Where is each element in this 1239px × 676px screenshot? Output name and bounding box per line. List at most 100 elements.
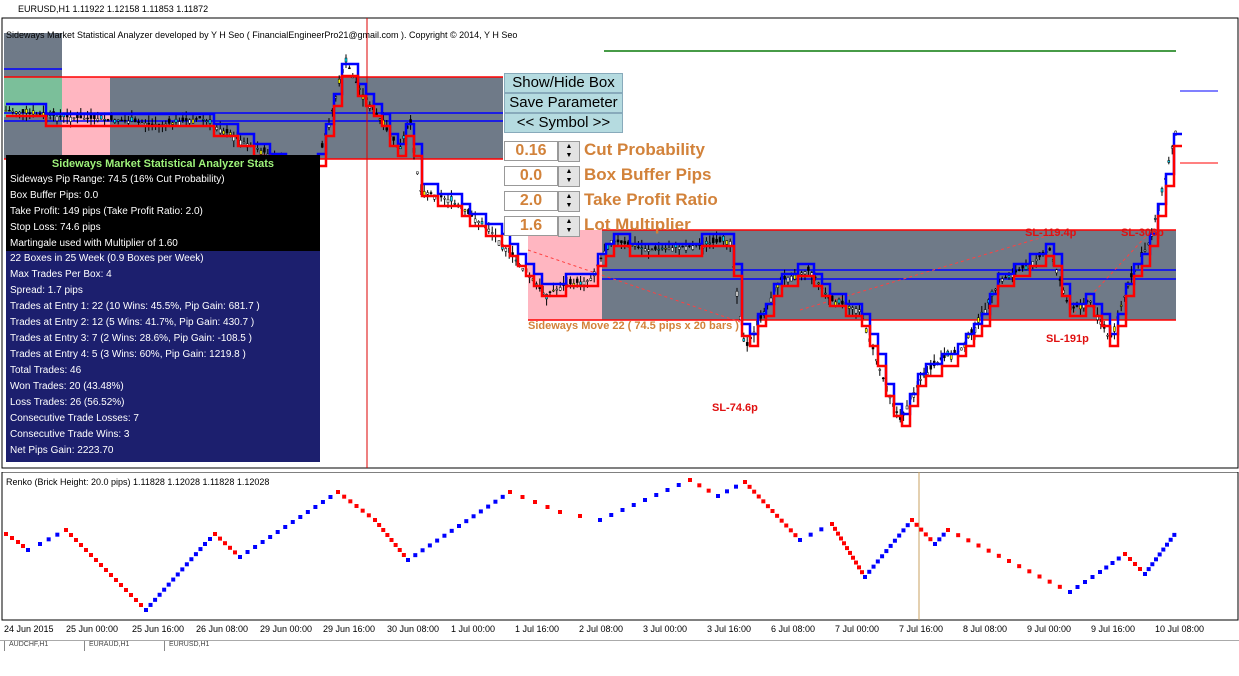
candle-body <box>392 136 395 141</box>
candle-body <box>344 57 348 63</box>
candle-body <box>14 111 18 114</box>
time-tick: 8 Jul 08:00 <box>963 624 1008 634</box>
candle-body <box>895 411 899 413</box>
renko-brick <box>26 548 30 552</box>
renko-brick <box>157 592 162 597</box>
candle-body <box>817 282 820 285</box>
candle-body <box>1007 275 1011 278</box>
candle-body <box>1106 334 1109 337</box>
renko-brick <box>10 536 14 540</box>
renko-brick <box>520 495 525 499</box>
renko-brick <box>46 537 51 542</box>
candle-body <box>977 317 980 323</box>
sideways-box-pink <box>62 77 110 159</box>
candle-body <box>803 271 807 275</box>
renko-chart[interactable] <box>0 472 1239 622</box>
stat-line: Net Pips Gain: 2223.70 <box>10 445 114 456</box>
candle-body <box>89 114 93 119</box>
renko-brick <box>500 494 505 499</box>
candle-body <box>677 246 681 250</box>
renko-brick <box>193 552 198 557</box>
candle-body <box>824 292 827 295</box>
candle-body <box>637 246 640 249</box>
renko-brick <box>203 542 207 546</box>
cut-probability-field[interactable]: 0.16 <box>504 141 558 161</box>
developer-note: Sideways Market Statistical Analyzer dev… <box>6 30 518 40</box>
candle-body <box>144 122 147 126</box>
renko-brick <box>109 573 113 577</box>
candle-body <box>1167 160 1171 163</box>
candle-body <box>1065 300 1069 302</box>
candle-body <box>905 405 909 410</box>
candle-body <box>800 272 803 275</box>
box-buffer-field[interactable]: 0.0 <box>504 166 558 186</box>
show-hide-box-button[interactable]: Show/Hide Box <box>504 73 623 93</box>
renko-header: Renko (Brick Height: 20.0 pips) 1.11828 … <box>6 477 270 487</box>
candle-body <box>616 239 620 243</box>
symbol-nav-button[interactable]: << Symbol >> <box>504 113 623 133</box>
renko-brick <box>1154 557 1158 562</box>
renko-brick <box>1165 542 1169 547</box>
time-tick: 25 Jun 00:00 <box>66 624 119 634</box>
renko-brick <box>808 532 813 537</box>
candle-body <box>684 246 688 251</box>
renko-brick <box>114 578 118 582</box>
renko-brick <box>1128 557 1132 561</box>
renko-brick <box>373 518 377 522</box>
renko-brick <box>1104 565 1109 570</box>
renko-brick <box>871 564 876 569</box>
stat-line: 22 Boxes in 25 Week (0.9 Boxes per Week) <box>10 253 204 264</box>
candle-body <box>830 295 834 301</box>
renko-brick <box>905 523 910 528</box>
renko-brick <box>1075 585 1080 589</box>
candle-body <box>446 199 450 203</box>
renko-brick <box>508 490 512 494</box>
renko-brick <box>38 542 42 546</box>
candle-body <box>133 118 137 123</box>
candle-body <box>711 237 715 244</box>
box-buffer-spinner[interactable]: ▲ ▼ <box>558 166 580 187</box>
candle-body <box>640 247 644 249</box>
lot-multiplier-spinner[interactable]: ▲ ▼ <box>558 216 580 237</box>
take-profit-field[interactable]: 2.0 <box>504 191 558 211</box>
chart-tab[interactable]: EURAUD,H1 <box>84 641 133 651</box>
candle-body <box>664 247 667 250</box>
time-tick: 24 Jun 2015 <box>4 624 54 634</box>
renko-brick <box>104 568 108 572</box>
candle-body <box>147 122 151 125</box>
cut-probability-spinner[interactable]: ▲ ▼ <box>558 141 580 162</box>
candle-body <box>623 240 627 244</box>
stat-line: Stop Loss: 74.6 pips <box>10 222 101 233</box>
save-parameter-button[interactable]: Save Parameter <box>504 93 623 113</box>
renko-brick <box>427 543 432 548</box>
candle-body <box>191 118 195 124</box>
renko-brick <box>533 500 537 504</box>
candle-body <box>847 306 851 309</box>
candle-body <box>8 109 11 112</box>
lot-multiplier-field[interactable]: 1.6 <box>504 216 558 236</box>
renko-brick <box>765 504 770 509</box>
renko-brick <box>946 528 950 532</box>
sideways-move-label: Sideways Move 22 ( 74.5 pips x 20 bars ) <box>528 320 739 332</box>
renko-brick <box>892 538 897 543</box>
candle-body <box>378 118 382 121</box>
renko-brick <box>1027 569 1032 574</box>
candle-body <box>497 240 501 246</box>
renko-brick <box>857 565 861 570</box>
renko-brick <box>283 525 288 529</box>
renko-brick <box>1150 562 1155 567</box>
candle-body <box>1153 218 1157 220</box>
candle-body <box>735 291 739 297</box>
chart-tab[interactable]: EURUSD,H1 <box>164 641 213 651</box>
chart-tab[interactable]: AUDCHF,H1 <box>4 641 52 651</box>
stat-line: Take Profit: 149 pips (Take Profit Ratio… <box>10 206 203 217</box>
candle-body <box>82 117 86 120</box>
time-tick: 29 Jun 00:00 <box>260 624 313 634</box>
renko-brick <box>471 514 476 519</box>
renko-brick <box>233 550 237 555</box>
renko-brick <box>665 488 670 492</box>
renko-brick <box>880 554 885 559</box>
renko-brick <box>842 541 846 546</box>
renko-brick <box>1157 552 1162 557</box>
take-profit-spinner[interactable]: ▲ ▼ <box>558 191 580 212</box>
